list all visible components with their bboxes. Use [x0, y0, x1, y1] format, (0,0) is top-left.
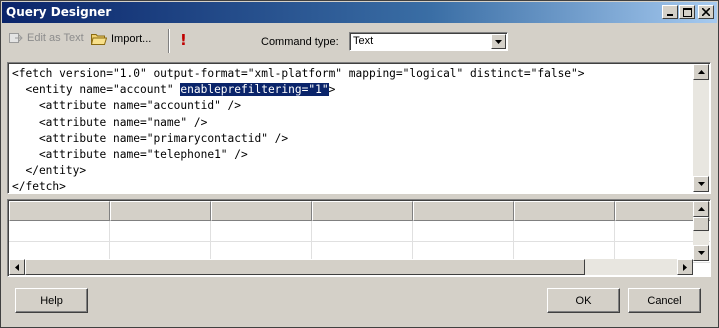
toolbar: Edit as Text Import... ! Command type: T…: [3, 27, 715, 57]
maximize-icon[interactable]: [679, 5, 695, 19]
grid-cell[interactable]: [514, 221, 615, 242]
code-line: <entity name="account" enableprefilterin…: [12, 82, 585, 98]
grid-column-header[interactable]: [514, 201, 615, 221]
query-code: <fetch version="1.0" output-format="xml-…: [12, 66, 585, 194]
scroll-up-icon[interactable]: [693, 64, 709, 80]
ok-button[interactable]: OK: [547, 288, 620, 313]
grid-cell[interactable]: [110, 221, 211, 242]
cancel-button[interactable]: Cancel: [628, 288, 701, 313]
scroll-thumb[interactable]: [693, 217, 709, 231]
grid-header: [9, 201, 710, 221]
toolbar-separator: [168, 29, 170, 53]
window-title: Query Designer: [6, 5, 112, 19]
code-line: <fetch version="1.0" output-format="xml-…: [12, 67, 585, 80]
grid-cell[interactable]: [413, 221, 514, 242]
code-text: >: [328, 83, 336, 97]
command-type-select[interactable]: Text: [349, 32, 508, 51]
scroll-left-icon[interactable]: [9, 259, 25, 275]
scroll-thumb[interactable]: [25, 259, 585, 275]
code-line: <attribute name="name" />: [12, 115, 208, 129]
code-line: <attribute name="telephone1" />: [12, 148, 248, 162]
minimize-icon[interactable]: [662, 5, 678, 19]
grid-column-header[interactable]: [312, 201, 413, 221]
selected-text: enableprefiltering="1": [180, 83, 329, 97]
grid-cell[interactable]: [9, 221, 110, 242]
editor-vertical-scrollbar[interactable]: [693, 64, 709, 192]
code-line: </fetch>: [12, 180, 66, 194]
scroll-right-icon[interactable]: [677, 259, 693, 275]
scroll-up-icon[interactable]: [693, 201, 709, 217]
close-icon[interactable]: [698, 5, 714, 19]
title-bar[interactable]: Query Designer: [2, 2, 717, 23]
results-grid[interactable]: [7, 199, 711, 277]
code-line: </entity>: [12, 164, 87, 178]
query-text-editor[interactable]: <fetch version="1.0" output-format="xml-…: [7, 62, 711, 194]
grid-cell[interactable]: [312, 221, 413, 242]
grid-column-header[interactable]: [413, 201, 514, 221]
grid-column-header[interactable]: [9, 201, 110, 221]
table-row: [9, 221, 710, 242]
import-button[interactable]: Import...: [90, 32, 152, 45]
chevron-down-icon[interactable]: [491, 34, 506, 49]
grid-body: [9, 221, 710, 263]
edit-as-text-label: Edit as Text: [27, 32, 84, 44]
help-button[interactable]: Help: [15, 288, 88, 313]
grid-vertical-scrollbar[interactable]: [693, 201, 709, 261]
grid-column-header[interactable]: [211, 201, 312, 221]
run-exclamation-icon[interactable]: !: [180, 31, 187, 49]
scroll-down-icon[interactable]: [693, 245, 709, 261]
grid-horizontal-scrollbar[interactable]: [9, 259, 693, 275]
code-line: <attribute name="primarycontactid" />: [12, 131, 289, 145]
import-label: Import...: [111, 32, 152, 45]
scroll-down-icon[interactable]: [693, 176, 709, 192]
edit-as-text-button[interactable]: Edit as Text: [9, 32, 84, 44]
folder-icon: [90, 32, 108, 45]
command-type-value: Text: [353, 35, 374, 47]
code-line: <attribute name="accountid" />: [12, 99, 242, 113]
grid-cell[interactable]: [211, 221, 312, 242]
query-designer-window: Query Designer Edit as Text Import... ! …: [0, 0, 719, 328]
grid-column-header[interactable]: [110, 201, 211, 221]
command-type-label: Command type:: [261, 36, 339, 48]
code-text: <entity name="account": [12, 83, 181, 97]
edit-as-text-icon: [9, 32, 23, 44]
